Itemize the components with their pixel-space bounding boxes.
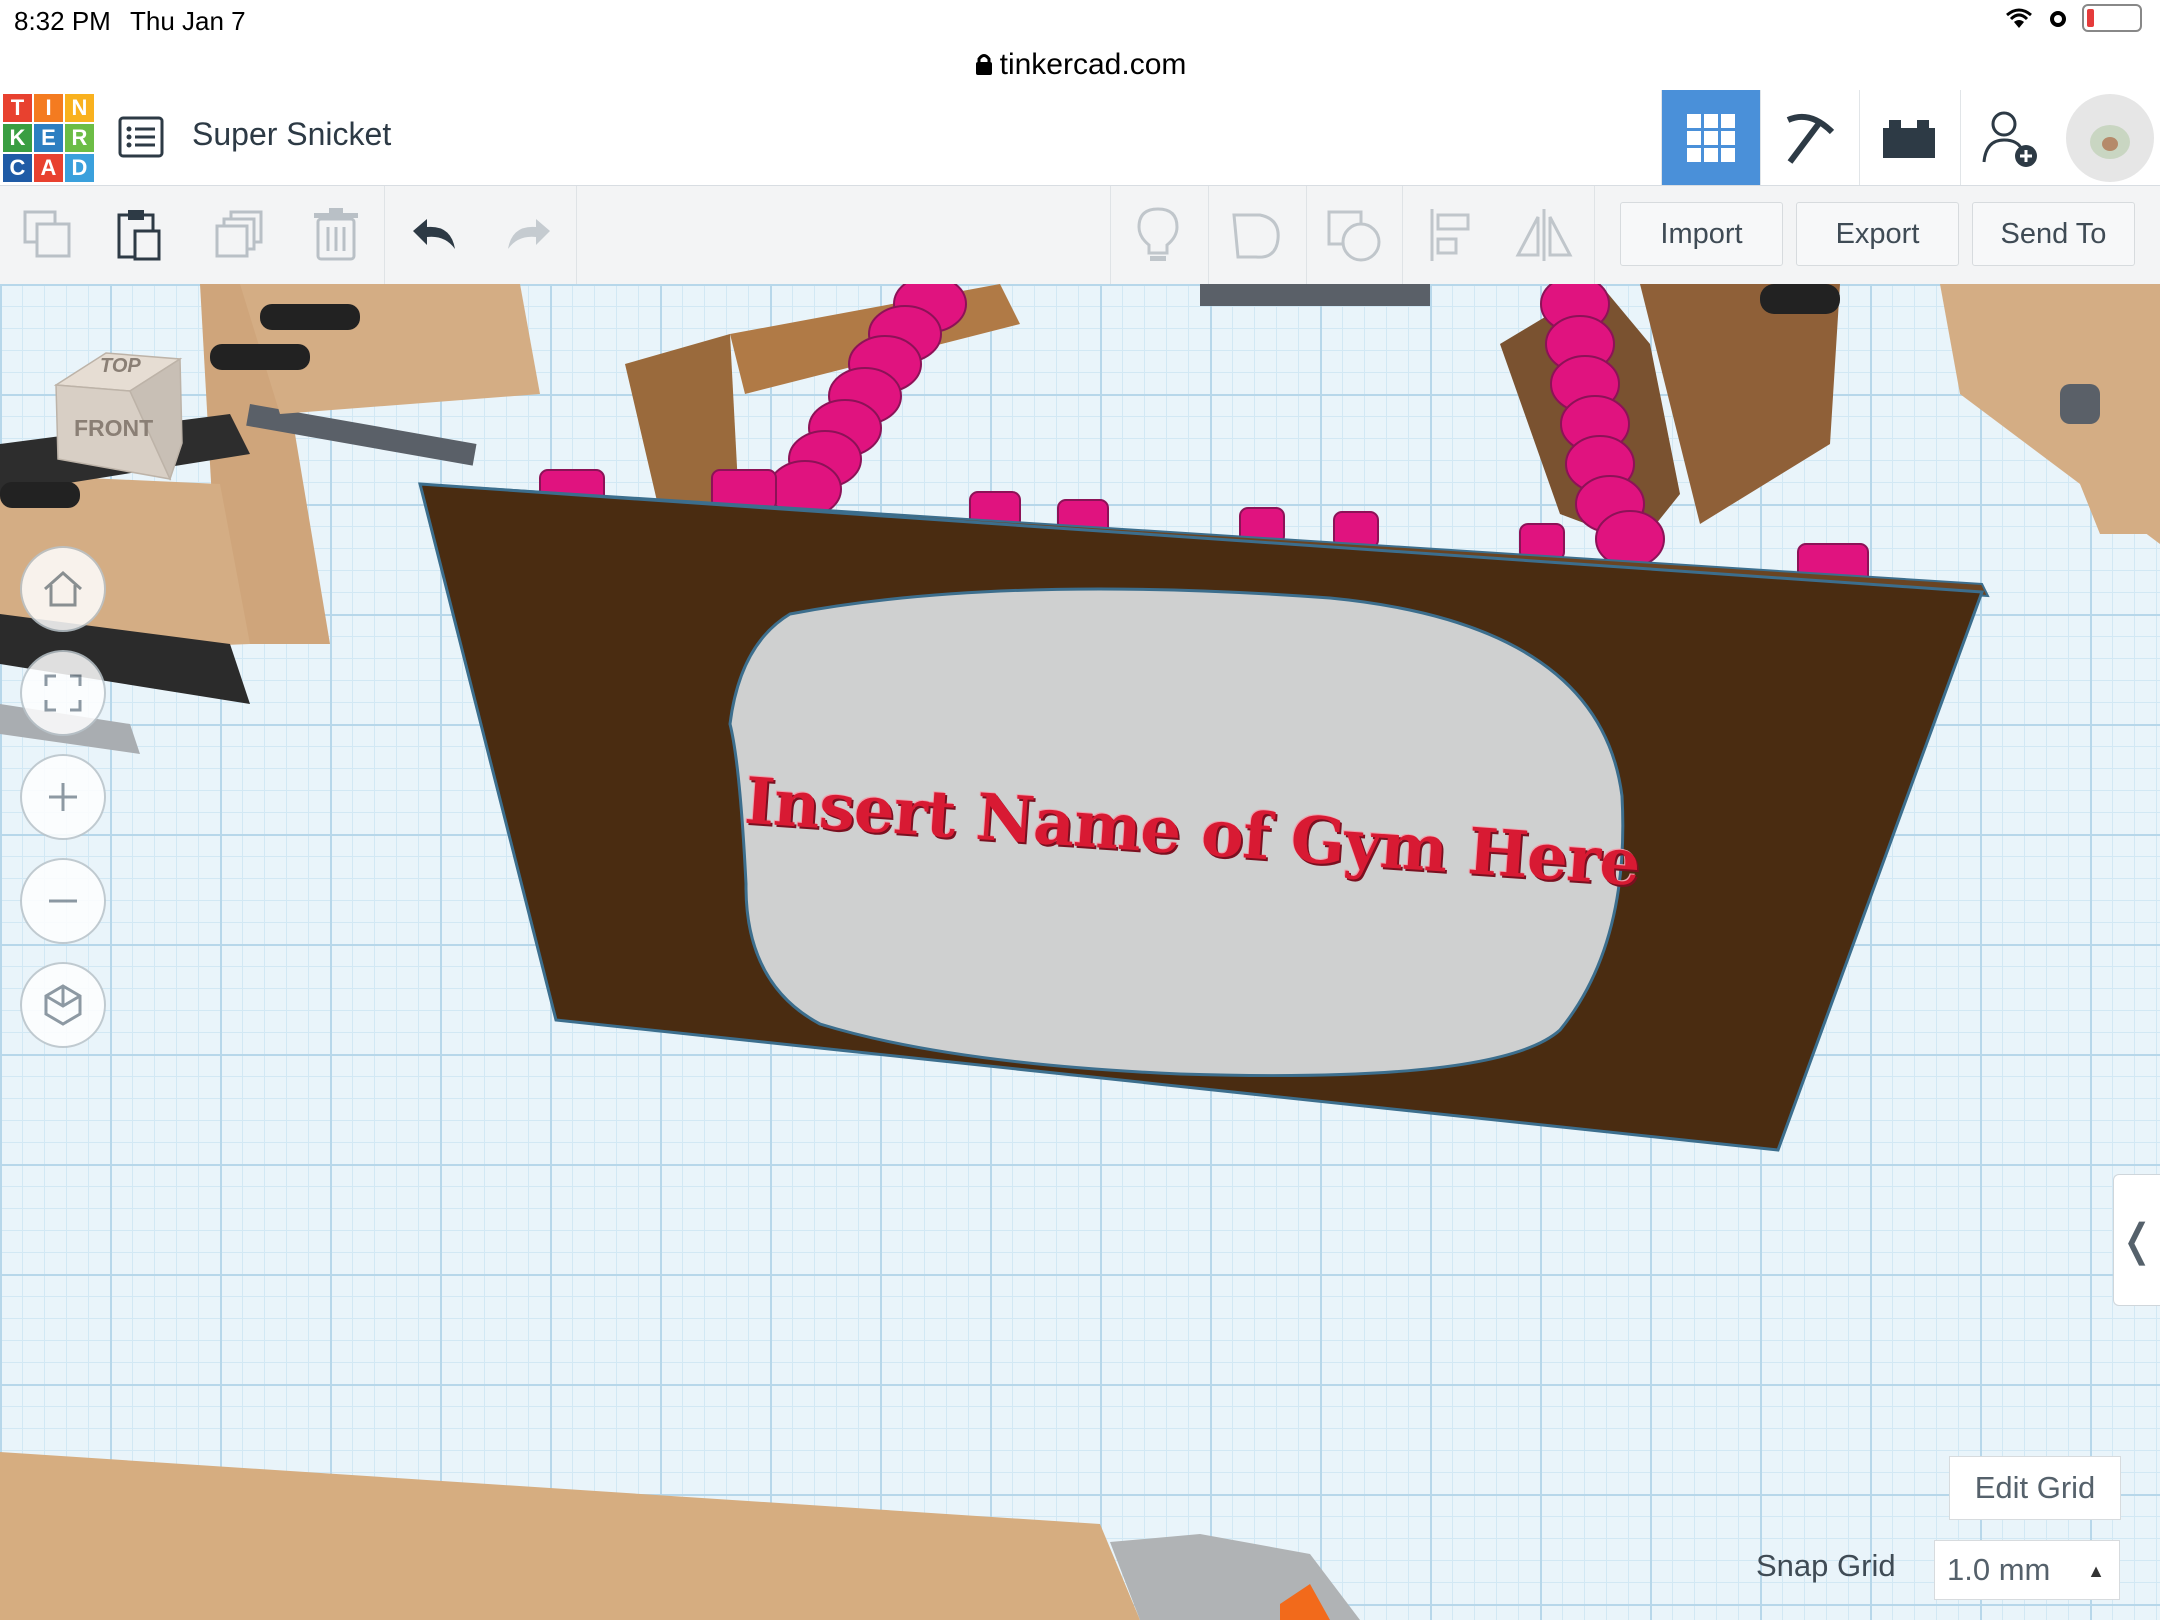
snap-grid-value: 1.0 mm bbox=[1947, 1552, 2051, 1587]
edit-toolbar: Import Export Send To bbox=[0, 186, 2160, 285]
url-display[interactable]: tinkercad.com bbox=[0, 48, 2160, 82]
pickaxe-icon bbox=[1786, 113, 1835, 164]
toolbar-divider bbox=[1306, 186, 1307, 284]
fit-view-icon bbox=[44, 674, 82, 712]
status-date: Thu Jan 7 bbox=[130, 6, 246, 36]
status-icons bbox=[2004, 4, 2142, 32]
lightbulb-icon bbox=[1137, 207, 1179, 261]
invite-button[interactable] bbox=[1960, 90, 2059, 185]
status-time: 8:32 PM bbox=[14, 6, 111, 36]
undo-icon bbox=[413, 219, 455, 249]
toolbar-divider bbox=[576, 186, 577, 284]
ungroup-icon bbox=[1327, 210, 1381, 262]
perspective-icon bbox=[44, 984, 82, 1026]
fit-view-button[interactable] bbox=[20, 650, 106, 736]
zoom-out-button[interactable] bbox=[20, 858, 106, 944]
toolbar-divider bbox=[1402, 186, 1403, 284]
address-bar[interactable]: tinkercad.com bbox=[0, 44, 2160, 92]
bricks-button[interactable] bbox=[1859, 90, 1958, 185]
view-cube[interactable]: TOP FRONT bbox=[50, 339, 190, 489]
design-list-button[interactable] bbox=[116, 112, 166, 162]
logo-letter: D bbox=[65, 154, 94, 182]
toolbar-divider bbox=[1594, 186, 1595, 284]
scene-canvas[interactable] bbox=[0, 284, 2160, 1620]
align-icon bbox=[1430, 209, 1470, 261]
battery-icon bbox=[2082, 4, 2142, 32]
perspective-toggle-button[interactable] bbox=[20, 962, 106, 1048]
lock-icon bbox=[975, 54, 992, 75]
url-text: tinkercad.com bbox=[999, 48, 1187, 81]
foreground-objects bbox=[0, 1452, 1360, 1620]
paste-button[interactable] bbox=[104, 200, 176, 270]
delete-button[interactable] bbox=[300, 200, 372, 270]
logo-letter: N bbox=[65, 94, 94, 122]
alarm-icon bbox=[2050, 11, 2066, 27]
add-user-icon bbox=[1982, 111, 2037, 167]
import-button[interactable]: Import bbox=[1620, 202, 1783, 266]
avatar-icon bbox=[2090, 125, 2130, 159]
home-icon bbox=[44, 570, 82, 607]
user-avatar[interactable] bbox=[2066, 94, 2154, 182]
logo-letter: R bbox=[65, 124, 94, 152]
undo-button[interactable] bbox=[398, 200, 470, 270]
app-header: TIN KER CAD Super Snicket bbox=[0, 90, 2160, 186]
export-button[interactable]: Export bbox=[1796, 202, 1959, 266]
paste-icon bbox=[117, 210, 161, 261]
tinkercad-logo[interactable]: TIN KER CAD bbox=[3, 94, 94, 182]
home-view-button[interactable] bbox=[20, 546, 106, 632]
logo-letter: E bbox=[34, 124, 63, 152]
edit-grid-button[interactable]: Edit Grid bbox=[1949, 1456, 2121, 1520]
logo-letter: K bbox=[3, 124, 32, 152]
3d-view-button[interactable] bbox=[1661, 90, 1760, 185]
toolbar-divider bbox=[1208, 186, 1209, 284]
logo-letter: C bbox=[3, 154, 32, 182]
toolbar-divider bbox=[384, 186, 385, 284]
duplicate-button[interactable] bbox=[204, 200, 276, 270]
ungroup-button[interactable] bbox=[1318, 200, 1390, 270]
mirror-button[interactable] bbox=[1508, 200, 1580, 270]
trash-icon bbox=[314, 208, 358, 261]
zoom-in-button[interactable] bbox=[20, 754, 106, 840]
brick-icon bbox=[1883, 119, 1935, 158]
send-to-button[interactable]: Send To bbox=[1972, 202, 2135, 266]
redo-button[interactable] bbox=[493, 200, 565, 270]
list-icon bbox=[118, 116, 164, 158]
zoom-in-icon bbox=[49, 783, 77, 811]
duplicate-icon bbox=[215, 210, 263, 258]
copy-icon bbox=[23, 210, 71, 258]
mirror-icon bbox=[1515, 209, 1573, 261]
build-button[interactable] bbox=[1760, 90, 1859, 185]
wifi-icon bbox=[2006, 8, 2032, 28]
zoom-out-icon bbox=[49, 899, 77, 903]
toolbar-divider bbox=[1110, 186, 1111, 284]
dropdown-caret-icon: ▲ bbox=[2087, 1561, 2105, 1581]
logo-letter: I bbox=[34, 94, 63, 122]
grid-icon bbox=[1687, 113, 1735, 162]
workplane-viewport[interactable]: Insert Name of Gym Here TOP FRONT ❬ Edit… bbox=[0, 284, 2160, 1620]
copy-button[interactable] bbox=[12, 200, 84, 270]
logo-letter: T bbox=[3, 94, 32, 122]
view-cube-top-label: TOP bbox=[100, 355, 141, 377]
snap-grid-label: Snap Grid bbox=[1756, 1548, 1896, 1583]
group-icon bbox=[1232, 213, 1280, 259]
status-bar: 8:32 PM Thu Jan 7 bbox=[0, 0, 2160, 44]
notes-button[interactable] bbox=[1122, 200, 1194, 270]
view-cube-front-label: FRONT bbox=[74, 415, 154, 441]
align-button[interactable] bbox=[1414, 200, 1486, 270]
snap-grid-select[interactable]: 1.0 mm ▲ bbox=[1934, 1540, 2120, 1600]
shapes-panel-toggle[interactable]: ❬ bbox=[2113, 1174, 2160, 1306]
design-title[interactable]: Super Snicket bbox=[192, 116, 391, 153]
logo-letter: A bbox=[34, 154, 63, 182]
group-button[interactable] bbox=[1220, 200, 1292, 270]
redo-icon bbox=[508, 219, 550, 249]
